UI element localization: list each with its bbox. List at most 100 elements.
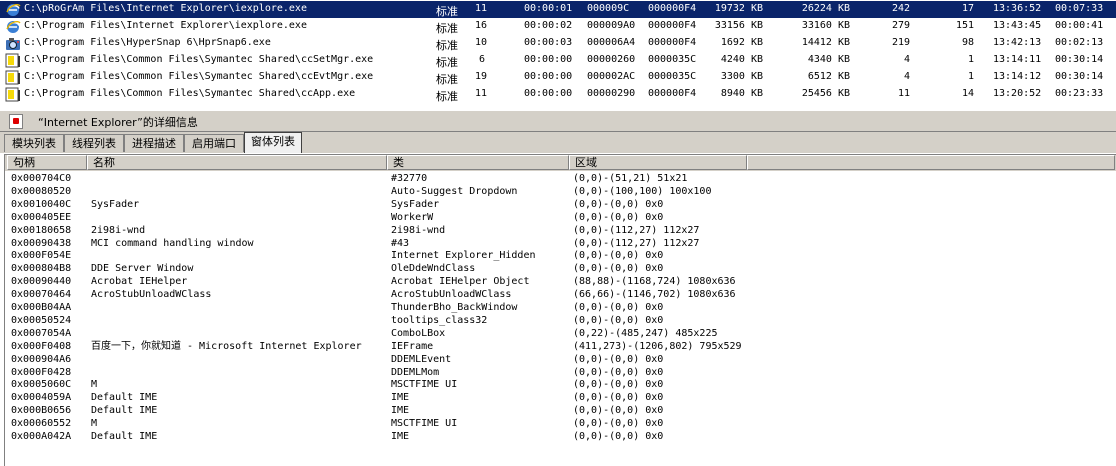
- column-header-class[interactable]: 类: [387, 155, 569, 170]
- process-cpu-time: 00:00:03: [524, 37, 573, 48]
- table-row[interactable]: 0x0007054A ComboLBox (0,22)-(485,247) 485x…: [5, 327, 1116, 340]
- tab-1[interactable]: 模块列表: [4, 134, 64, 152]
- column-header-handle[interactable]: 句柄: [7, 155, 87, 170]
- process-row[interactable]: C:\pRoGrAm Files\Internet Explorer\iexpl…: [0, 1, 1116, 18]
- cell-region: (411,273)-(1206,802) 795x529: [573, 340, 742, 352]
- tab-4[interactable]: 启用端口: [184, 134, 244, 152]
- process-handles: 279: [891, 20, 910, 31]
- table-row[interactable]: 0x000704C0 #32770 (0,0)-(51,21) 51x21: [5, 172, 1116, 185]
- table-row[interactable]: 0x00090440 Acrobat IEHelper Acrobat IEHelp…: [5, 275, 1116, 288]
- table-row[interactable]: 0x000405EE WorkerW (0,0)-(0,0) 0x0: [5, 211, 1116, 224]
- tab-3[interactable]: 进程描述: [124, 134, 184, 152]
- process-cpu-time: 00:00:00: [524, 54, 573, 65]
- cell-handle: 0x000405EE: [11, 211, 72, 223]
- table-row[interactable]: 0x000B0656 Default IME IME (0,0)-(0,0) 0x0: [5, 404, 1116, 417]
- column-header-region[interactable]: 区域: [569, 155, 747, 170]
- process-vmem: 4340 KB: [807, 54, 850, 65]
- table-row[interactable]: 0x00080520 Auto-Suggest Dropdown (0,0)-(10…: [5, 185, 1116, 198]
- cell-region: (0,0)-(0,0) 0x0: [573, 250, 664, 262]
- table-row[interactable]: 0x000A042A Default IME IME (0,0)-(0,0) 0x0: [5, 430, 1116, 443]
- cell-region: (0,0)-(100,100) 100x100: [573, 185, 712, 197]
- column-header-name[interactable]: 名称: [87, 155, 387, 170]
- cell-region: (0,0)-(0,0) 0x0: [573, 263, 664, 275]
- process-pid: 00000290: [587, 88, 636, 99]
- cell-class: SysFader: [391, 198, 440, 210]
- tab-5[interactable]: 窗体列表: [244, 132, 302, 153]
- process-cpu-time: 00:00:01: [524, 3, 573, 14]
- table-row[interactable]: 0x00180658 2i98i-wnd 2i98i-wnd (0,0)-(112,2…: [5, 224, 1116, 237]
- cell-name: AcroStubUnloadWClass: [91, 289, 212, 301]
- cell-region: (0,0)-(0,0) 0x0: [573, 405, 664, 417]
- cell-class: MSCTFIME UI: [391, 418, 458, 430]
- table-row[interactable]: 0x00060552 M MSCTFIME UI (0,0)-(0,0) 0x0: [5, 417, 1116, 430]
- process-elapsed: 00:02:13: [1055, 37, 1104, 48]
- cell-handle: 0x00050524: [11, 314, 72, 326]
- cell-name: SysFader: [91, 198, 140, 210]
- process-priority: 标准: [436, 56, 458, 69]
- cell-region: (0,0)-(0,0) 0x0: [573, 353, 664, 365]
- process-ppid: 000000F4: [648, 3, 697, 14]
- cell-class: #43: [391, 237, 410, 249]
- cell-region: (0,0)-(0,0) 0x0: [573, 211, 664, 223]
- process-row[interactable]: C:\Program Files\HyperSnap 6\HprSnap6.ex…: [0, 35, 1116, 52]
- process-start: 13:36:52: [993, 3, 1042, 14]
- table-row[interactable]: 0x000804B8 DDE Server Window OleDdeWndClas…: [5, 262, 1116, 275]
- process-pid: 00000260: [587, 54, 636, 65]
- process-handles: 11: [897, 88, 910, 99]
- cell-class: IEFrame: [391, 340, 434, 352]
- window-list-table[interactable]: 句柄 名称类区域 0x000704C0 #32770 (0,0)-(51,21) 51…: [4, 154, 1116, 466]
- cell-class: ThunderBho_BackWindow: [391, 302, 518, 313]
- cell-handle: 0x00090438: [11, 237, 72, 249]
- cell-region: (0,0)-(0,0) 0x0: [573, 198, 664, 210]
- table-row[interactable]: 0x0005060C M MSCTFIME UI (0,0)-(0,0) 0x0: [5, 378, 1116, 391]
- hypersnap-icon: [5, 36, 21, 51]
- process-cpu-time: 00:00:02: [524, 20, 573, 31]
- process-list[interactable]: C:\pRoGrAm Files\Internet Explorer\iexpl…: [0, 0, 1116, 104]
- table-row[interactable]: 0x00070464 AcroStubUnloadWClass AcroStubUn…: [5, 288, 1116, 301]
- process-threads: 19: [475, 71, 488, 82]
- symantec-icon: [5, 70, 21, 85]
- ie-icon: [5, 2, 21, 17]
- table-row[interactable]: 0x00090438 MCI command handling window #43…: [5, 237, 1116, 250]
- process-ppid: 000000F4: [648, 37, 697, 48]
- tab-2[interactable]: 线程列表: [64, 134, 124, 152]
- process-row[interactable]: C:\Program Files\Common Files\Symantec S…: [0, 52, 1116, 69]
- table-row[interactable]: 0x0010040C SysFader SysFader (0,0)-(0,0) 0x…: [5, 198, 1116, 211]
- cell-region: (0,0)-(0,0) 0x0: [573, 302, 664, 313]
- table-row[interactable]: 0x000F0408 百度一下，你就知道 - Microsoft Internet…: [5, 340, 1116, 353]
- process-threads: 10: [475, 37, 488, 48]
- cell-handle: 0x000704C0: [11, 173, 72, 184]
- cell-handle: 0x0010040C: [11, 198, 72, 210]
- cell-name: M: [91, 418, 98, 430]
- process-row[interactable]: C:\Program Files\Internet Explorer\iexpl…: [0, 18, 1116, 35]
- process-ppid: 000000F4: [648, 88, 697, 99]
- cell-handle: 0x000B04AA: [11, 302, 72, 313]
- process-row[interactable]: C:\Program Files\Common Files\Symantec S…: [0, 69, 1116, 86]
- table-row[interactable]: 0x000904A6 DDEMLEvent (0,0)-(0,0) 0x0: [5, 353, 1116, 366]
- cell-region: (88,88)-(1168,724) 1080x636: [573, 276, 736, 288]
- symantec-icon: [5, 87, 21, 102]
- process-path: C:\Program Files\HyperSnap 6\HprSnap6.ex…: [24, 37, 271, 48]
- table-row[interactable]: 0x000B04AA ThunderBho_BackWindow (0,0)-(0,…: [5, 301, 1116, 314]
- process-row[interactable]: C:\Program Files\Common Files\Symantec S…: [0, 86, 1116, 103]
- process-pid: 000002AC: [587, 71, 636, 82]
- cell-region: (0,0)-(0,0) 0x0: [573, 379, 664, 391]
- process-ppid: 000000F4: [648, 20, 697, 31]
- cell-handle: 0x000904A6: [11, 353, 72, 365]
- table-row[interactable]: 0x000F054E Internet Explorer_Hidden (0,0)-…: [5, 249, 1116, 262]
- process-path: C:\Program Files\Common Files\Symantec S…: [24, 88, 356, 99]
- table-row[interactable]: 0x0004059A Default IME IME (0,0)-(0,0) 0x0: [5, 391, 1116, 404]
- cell-handle: 0x0007054A: [11, 327, 72, 339]
- table-row[interactable]: 0x00050524 tooltips_class32 (0,0)-(0,0) 0x…: [5, 314, 1116, 327]
- table-row[interactable]: 0x000F0428 DDEMLMom (0,0)-(0,0) 0x0: [5, 366, 1116, 379]
- process-handles: 242: [891, 3, 910, 14]
- cell-class: Internet Explorer_Hidden: [391, 250, 536, 262]
- cell-handle: 0x00060552: [11, 418, 72, 430]
- cell-region: (0,0)-(112,27) 112x27: [573, 237, 700, 249]
- cell-class: 2i98i-wnd: [391, 224, 446, 236]
- process-threads: 16: [475, 20, 488, 31]
- process-cpu-time: 00:00:00: [524, 88, 573, 99]
- cell-class: DDEMLMom: [391, 366, 440, 378]
- process-elapsed: 00:30:14: [1055, 71, 1104, 82]
- details-title: “Internet Explorer”的详细信息: [38, 116, 198, 129]
